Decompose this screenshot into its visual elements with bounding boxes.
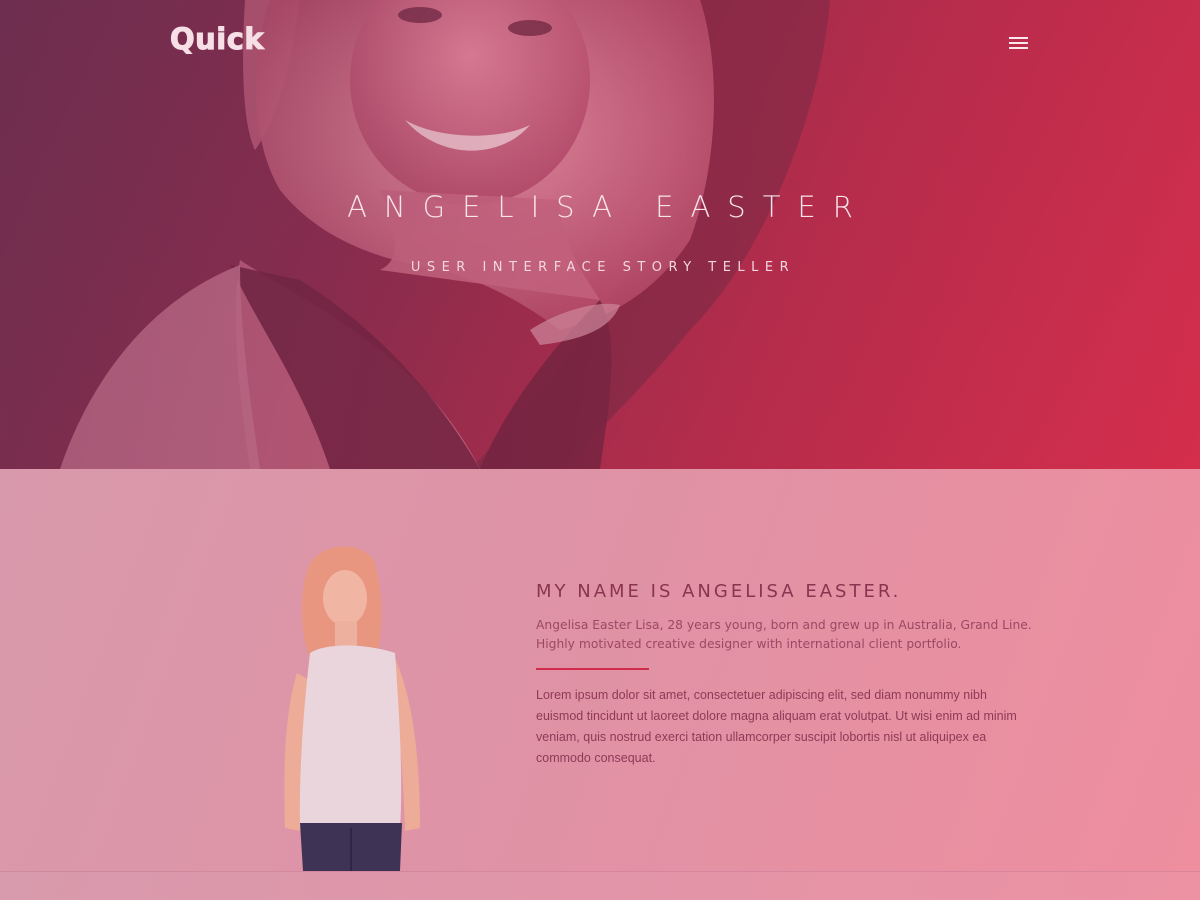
hamburger-menu-icon[interactable] xyxy=(1004,30,1034,56)
accent-divider xyxy=(536,668,649,670)
hero-title: ANGELISA EASTER xyxy=(347,190,870,224)
menu-bar xyxy=(1009,47,1028,49)
about-intro-text: Angelisa Easter Lisa, 28 years young, bo… xyxy=(536,618,1032,651)
hero-color-overlay xyxy=(0,0,1200,469)
menu-bar xyxy=(1009,42,1028,44)
site-logo[interactable]: Quick xyxy=(169,22,264,57)
about-heading: MY NAME IS ANGELISA EASTER. xyxy=(536,581,902,602)
about-body-text: Lorem ipsum dolor sit amet, consectetuer… xyxy=(536,688,1017,765)
hero-subtitle: USER INTERFACE STORY TELLER xyxy=(410,260,796,275)
menu-bar xyxy=(1009,37,1028,39)
hero-section: Quick ANGELISA EASTER USER INTERFACE STO… xyxy=(0,0,1200,469)
next-section-edge xyxy=(0,871,1200,900)
about-portrait-image xyxy=(284,546,420,871)
about-section: MY NAME IS ANGELISA EASTER. Angelisa Eas… xyxy=(0,469,1200,871)
